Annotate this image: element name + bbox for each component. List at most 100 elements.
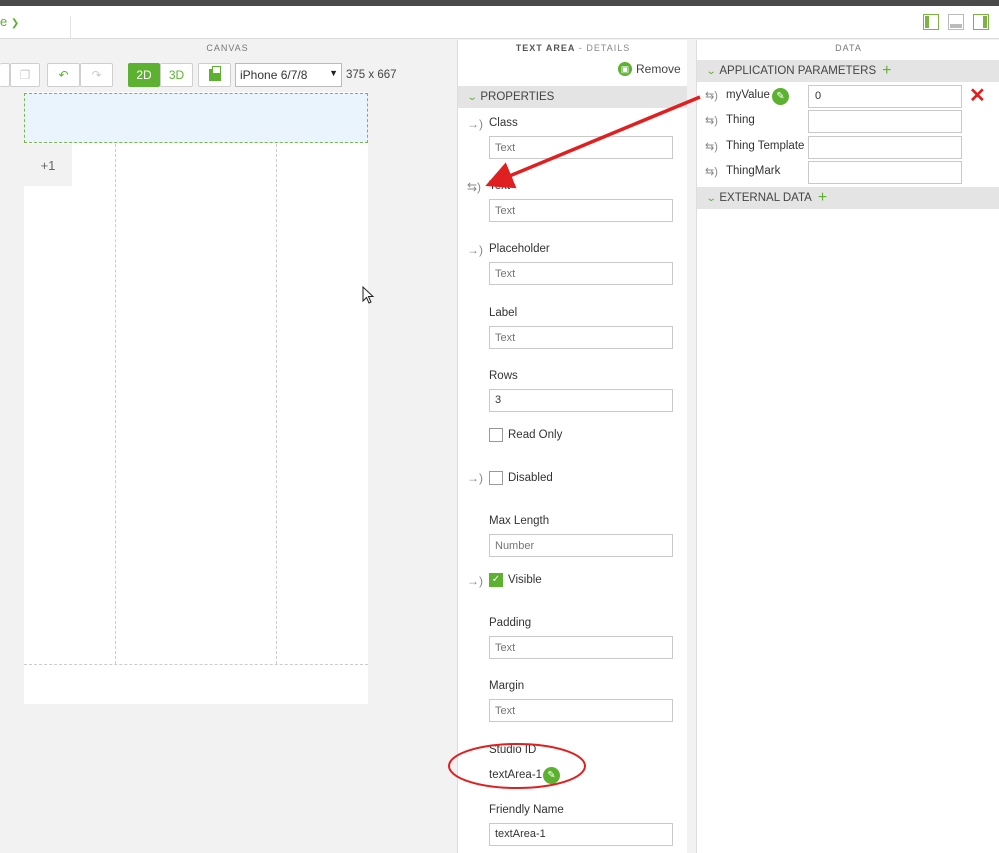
checkmark-icon: ✓ [491, 574, 501, 585]
max-length-input[interactable] [489, 534, 673, 557]
paste-button[interactable]: ❐ [10, 63, 40, 87]
read-only-label: Read Only [508, 429, 563, 441]
plus-badge[interactable]: +1 [24, 144, 72, 186]
right-panel-layout-icon[interactable] [973, 14, 989, 30]
project-menu-dropdown[interactable]: e ❯ [0, 14, 19, 29]
orientation-button[interactable] [198, 63, 231, 87]
selected-text-area-widget[interactable] [24, 93, 368, 143]
text-input[interactable] [489, 199, 673, 222]
margin-label: Margin [489, 680, 525, 692]
label-input[interactable] [489, 326, 673, 349]
two-way-binding-icon[interactable]: ⇆) [705, 114, 718, 127]
undo-button[interactable]: ↶ [47, 63, 80, 87]
mode-3d-button[interactable]: 3D [160, 63, 193, 87]
param-row-thing: ⇆) Thing [697, 109, 999, 134]
grid-column-divider [276, 144, 277, 664]
friendly-name-input[interactable]: textArea-1 [489, 823, 673, 846]
toolbar-divider [70, 16, 71, 38]
redo-icon: ↷ [91, 68, 102, 82]
chevron-down-icon: ⌄ [705, 65, 717, 77]
visible-checkbox[interactable]: ✓ [489, 573, 503, 587]
param-value-input[interactable] [808, 136, 962, 159]
external-data-section-header[interactable]: ⌄ EXTERNAL DATA + [697, 187, 999, 209]
device-resolution: 375 x 667 [346, 69, 397, 81]
two-way-binding-icon[interactable]: ⇆) [705, 89, 718, 102]
copy-button-partial[interactable] [0, 63, 10, 87]
param-value-input[interactable] [808, 110, 962, 133]
binding-arrow-icon[interactable]: →) [467, 117, 483, 131]
label-label: Label [489, 307, 518, 319]
two-way-binding-icon[interactable]: ⇆) [705, 165, 718, 178]
friendly-name-label: Friendly Name [489, 804, 564, 816]
mode-2d-button[interactable]: 2D [128, 63, 160, 87]
details-header-sub: - DETAILS [575, 43, 631, 53]
details-header-title: TEXT AREA [515, 43, 576, 53]
remove-button[interactable]: ▣ Remove [618, 62, 681, 76]
two-way-binding-icon[interactable]: ⇆) [467, 180, 481, 194]
panel-gutter [687, 40, 696, 853]
project-menu-label: e [0, 14, 8, 29]
edit-param-button[interactable]: ✎ [772, 88, 789, 105]
studio-id-label: Studio ID [489, 744, 537, 756]
canvas-stage[interactable]: +1 [24, 92, 368, 704]
pencil-icon: ✎ [547, 770, 556, 781]
disabled-checkbox[interactable] [489, 471, 503, 485]
class-label: Class [489, 117, 518, 129]
read-only-checkbox[interactable] [489, 428, 503, 442]
mouse-cursor-icon [362, 286, 375, 304]
main-toolbar: e ❯ [0, 6, 999, 39]
delete-param-button[interactable]: ✕ [969, 86, 986, 106]
binding-arrow-icon[interactable]: →) [467, 574, 483, 588]
canvas-toolbar: ❐ ↶ ↷ 2D 3D iPhone 6/7/8 ▼ 375 x 667 [0, 60, 455, 90]
data-header: DATA [835, 43, 862, 53]
param-name: Thing Template [726, 140, 805, 152]
properties-section-label: PROPERTIES [480, 91, 555, 103]
undo-icon: ↶ [58, 68, 69, 82]
two-way-binding-icon[interactable]: ⇆) [705, 140, 718, 153]
rows-label: Rows [489, 370, 518, 382]
param-value-input[interactable] [808, 161, 962, 184]
placeholder-label: Placeholder [489, 243, 550, 255]
padding-input[interactable] [489, 636, 673, 659]
chevron-down-icon: ⌄ [705, 192, 717, 204]
device-select-value: iPhone 6/7/8 [240, 68, 308, 82]
rows-input[interactable]: 3 [489, 389, 673, 412]
external-data-label: EXTERNAL DATA [719, 192, 812, 204]
trash-icon: ▣ [618, 62, 632, 76]
param-value-input[interactable]: 0 [808, 85, 962, 108]
text-label: Text [489, 180, 511, 192]
visible-label: Visible [508, 574, 542, 586]
remove-label: Remove [636, 62, 681, 76]
padding-label: Padding [489, 617, 532, 629]
add-external-data-button[interactable]: + [818, 189, 827, 207]
details-header: TEXT AREA - DETAILS [458, 40, 688, 57]
properties-section-header[interactable]: ⌄ PROPERTIES [458, 86, 687, 108]
device-select[interactable]: iPhone 6/7/8 ▼ [235, 63, 342, 87]
placeholder-input[interactable] [489, 262, 673, 285]
caret-down-icon: ▼ [329, 68, 338, 78]
redo-button[interactable]: ↷ [80, 63, 113, 87]
grid-column-divider [115, 144, 116, 664]
param-name: Thing [726, 114, 755, 126]
details-panel: TEXT AREA - DETAILS ▣ Remove ⌄ PROPERTIE… [457, 40, 687, 853]
canvas-header: CANVAS [206, 43, 249, 53]
margin-input[interactable] [489, 699, 673, 722]
grid-row-divider [24, 664, 368, 665]
chevron-down-icon: ⌄ [466, 91, 478, 103]
add-param-button[interactable]: + [882, 62, 891, 80]
data-panel: DATA ⌄ APPLICATION PARAMETERS + ⇆) myVal… [696, 40, 999, 853]
pencil-icon: ✎ [776, 91, 785, 102]
bottom-panel-layout-icon[interactable] [948, 14, 964, 30]
binding-arrow-icon[interactable]: →) [467, 471, 483, 485]
disabled-label: Disabled [508, 472, 553, 484]
class-input[interactable] [489, 136, 673, 159]
edit-studio-id-button[interactable]: ✎ [543, 767, 560, 784]
binding-arrow-icon[interactable]: →) [467, 243, 483, 257]
app-params-section-header[interactable]: ⌄ APPLICATION PARAMETERS + [697, 60, 999, 82]
app-params-label: APPLICATION PARAMETERS [719, 65, 877, 77]
left-panel-layout-icon[interactable] [923, 14, 939, 30]
param-name: myValue [726, 89, 770, 101]
chevron-down-icon: ❯ [10, 18, 20, 29]
param-name: ThingMark [726, 165, 781, 177]
rotate-device-icon [208, 66, 221, 81]
